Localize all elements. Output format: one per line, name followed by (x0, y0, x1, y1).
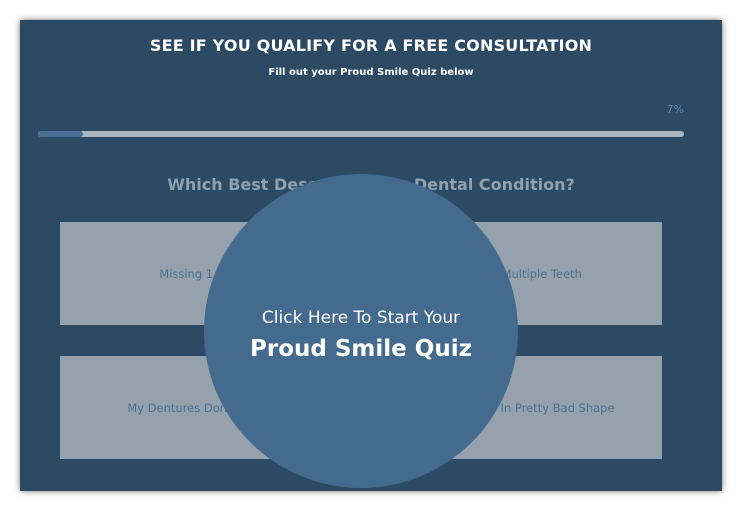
start-quiz-line2: Proud Smile Quiz (250, 336, 472, 362)
quiz-subheadline: Fill out your Proud Smile Quiz below (268, 67, 474, 78)
quiz-headline: SEE IF YOU QUALIFY FOR A FREE CONSULTATI… (149, 36, 593, 55)
quiz-frame: SEE IF YOU QUALIFY FOR A FREE CONSULTATI… (20, 20, 722, 491)
start-quiz-line1: Click Here To Start Your (261, 308, 461, 328)
progress-percent-label: 7% (666, 103, 684, 116)
start-quiz-button[interactable]: Click Here To Start Your Proud Smile Qui… (204, 174, 518, 488)
progress-bar-fill (38, 131, 84, 137)
progress-bar (38, 131, 684, 137)
